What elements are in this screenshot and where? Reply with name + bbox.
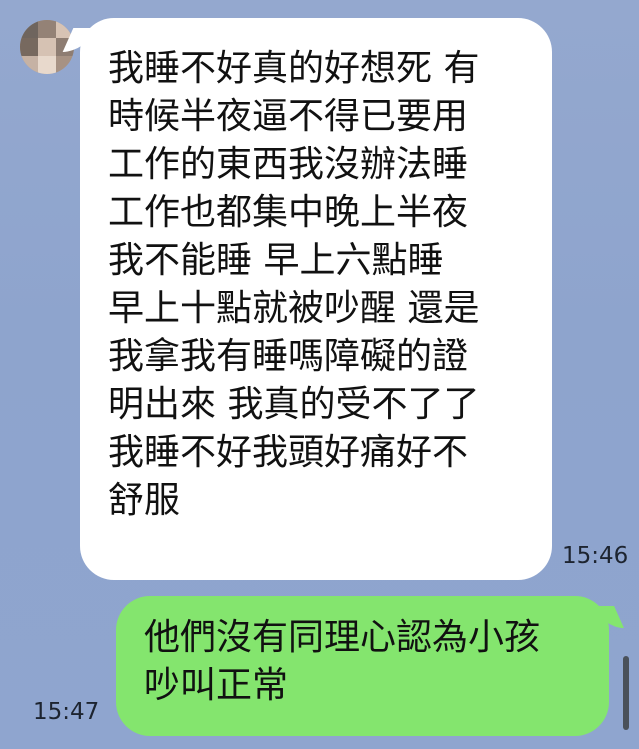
message-line: 時候半夜逼不得已要用 [108,96,469,137]
message-line: 他們沒有同理心認為小孩 [144,617,541,658]
message-line: 吵叫正常 [144,665,289,706]
avatar-pixel [20,56,38,74]
message-timestamp: 15:47 [33,699,100,725]
message-line: 我睡不好真的好想死 有 [108,48,480,89]
message-line: 我睡不好我頭好痛好不 [108,432,469,473]
avatar-pixel [38,20,56,38]
message-line: 明出來 我真的受不了了 [108,384,480,425]
avatar-pixel [20,38,38,56]
message-line: 工作的東西我沒辦法睡 [108,144,469,185]
outgoing-message-bubble[interactable]: 他們沒有同理心認為小孩 吵叫正常 [116,596,609,736]
incoming-message-bubble[interactable]: 我睡不好真的好想死 有 時候半夜逼不得已要用 工作的東西我沒辦法睡 工作也都集中… [80,18,552,580]
message-line: 我不能睡 早上六點睡 [108,240,444,281]
avatar-pixel [38,56,56,74]
message-line: 工作也都集中晚上半夜 [108,192,469,233]
avatar-pixel [56,56,74,74]
chat-screen: 我睡不好真的好想死 有 時候半夜逼不得已要用 工作的東西我沒辦法睡 工作也都集中… [0,0,639,749]
avatar-pixel [38,38,56,56]
message-line: 早上十點就被吵醒 還是 [108,288,480,329]
message-line: 我拿我有睡嗎障礙的證 [108,336,469,377]
message-timestamp: 15:46 [562,543,629,569]
avatar-pixel [20,20,38,38]
message-line: 舒服 [108,480,181,521]
scrollbar-thumb[interactable] [623,656,629,730]
